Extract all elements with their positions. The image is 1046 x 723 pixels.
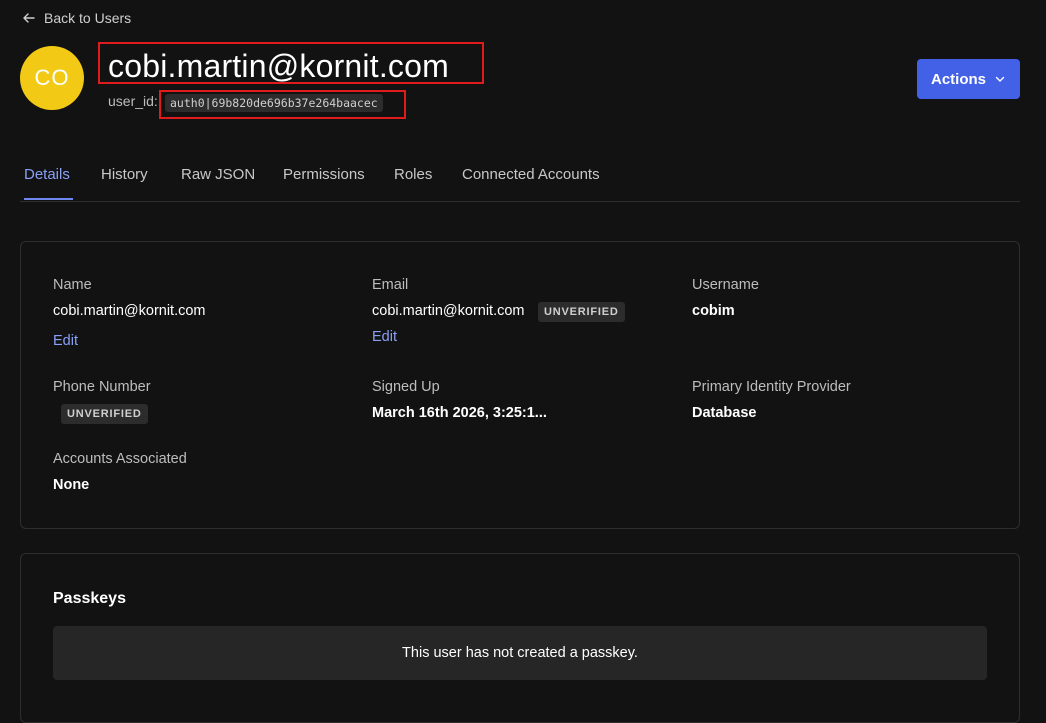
phone-status-badge: UNVERIFIED xyxy=(61,404,148,424)
email-label: Email xyxy=(372,277,409,293)
accounts-associated-label: Accounts Associated xyxy=(53,451,187,467)
chevron-down-icon xyxy=(995,76,1005,82)
signed-up-label: Signed Up xyxy=(372,379,440,395)
actions-button-label: Actions xyxy=(930,70,986,88)
name-label: Name xyxy=(53,277,92,293)
tab-connected-accounts[interactable]: Connected Accounts xyxy=(462,166,600,200)
back-to-users-link[interactable]: Back to Users xyxy=(22,10,131,26)
tab-raw-json[interactable]: Raw JSON xyxy=(181,166,255,200)
accounts-associated-value: None xyxy=(53,477,90,493)
avatar: CO xyxy=(20,46,84,110)
edit-name-link[interactable]: Edit xyxy=(53,333,78,349)
user-id-value[interactable]: auth0|69b820de696b37e264baacec xyxy=(165,94,383,112)
user-details-card: Name cobi.martin@kornit.com Edit Email c… xyxy=(20,241,1020,529)
tab-permissions[interactable]: Permissions xyxy=(283,166,365,200)
user-id-label: user_id: xyxy=(108,93,158,109)
edit-email-link[interactable]: Edit xyxy=(372,329,397,345)
arrow-left-icon xyxy=(23,13,35,23)
signed-up-value: March 16th 2026, 3:25:1... xyxy=(372,405,547,421)
passkeys-empty-state: This user has not created a passkey. xyxy=(53,626,987,680)
passkeys-title: Passkeys xyxy=(53,590,126,607)
back-link-label: Back to Users xyxy=(44,10,132,26)
email-status-badge: UNVERIFIED xyxy=(538,302,625,322)
tab-history[interactable]: History xyxy=(101,166,148,200)
identity-provider-label: Primary Identity Provider xyxy=(692,379,851,395)
tab-bar: Details History Raw JSON Permissions Rol… xyxy=(20,160,1020,202)
actions-button[interactable]: Actions xyxy=(917,59,1020,99)
tab-roles[interactable]: Roles xyxy=(394,166,432,200)
tab-details[interactable]: Details xyxy=(24,166,73,200)
passkeys-card: Passkeys This user has not created a pas… xyxy=(20,553,1020,723)
passkeys-empty-message: This user has not created a passkey. xyxy=(402,645,638,661)
name-value: cobi.martin@kornit.com xyxy=(53,303,206,319)
username-value: cobim xyxy=(692,303,735,319)
phone-number-label: Phone Number xyxy=(53,379,151,395)
identity-provider-value: Database xyxy=(692,405,757,421)
username-label: Username xyxy=(692,277,759,293)
page-title: cobi.martin@kornit.com xyxy=(108,48,449,84)
email-value: cobi.martin@kornit.com xyxy=(372,303,525,319)
